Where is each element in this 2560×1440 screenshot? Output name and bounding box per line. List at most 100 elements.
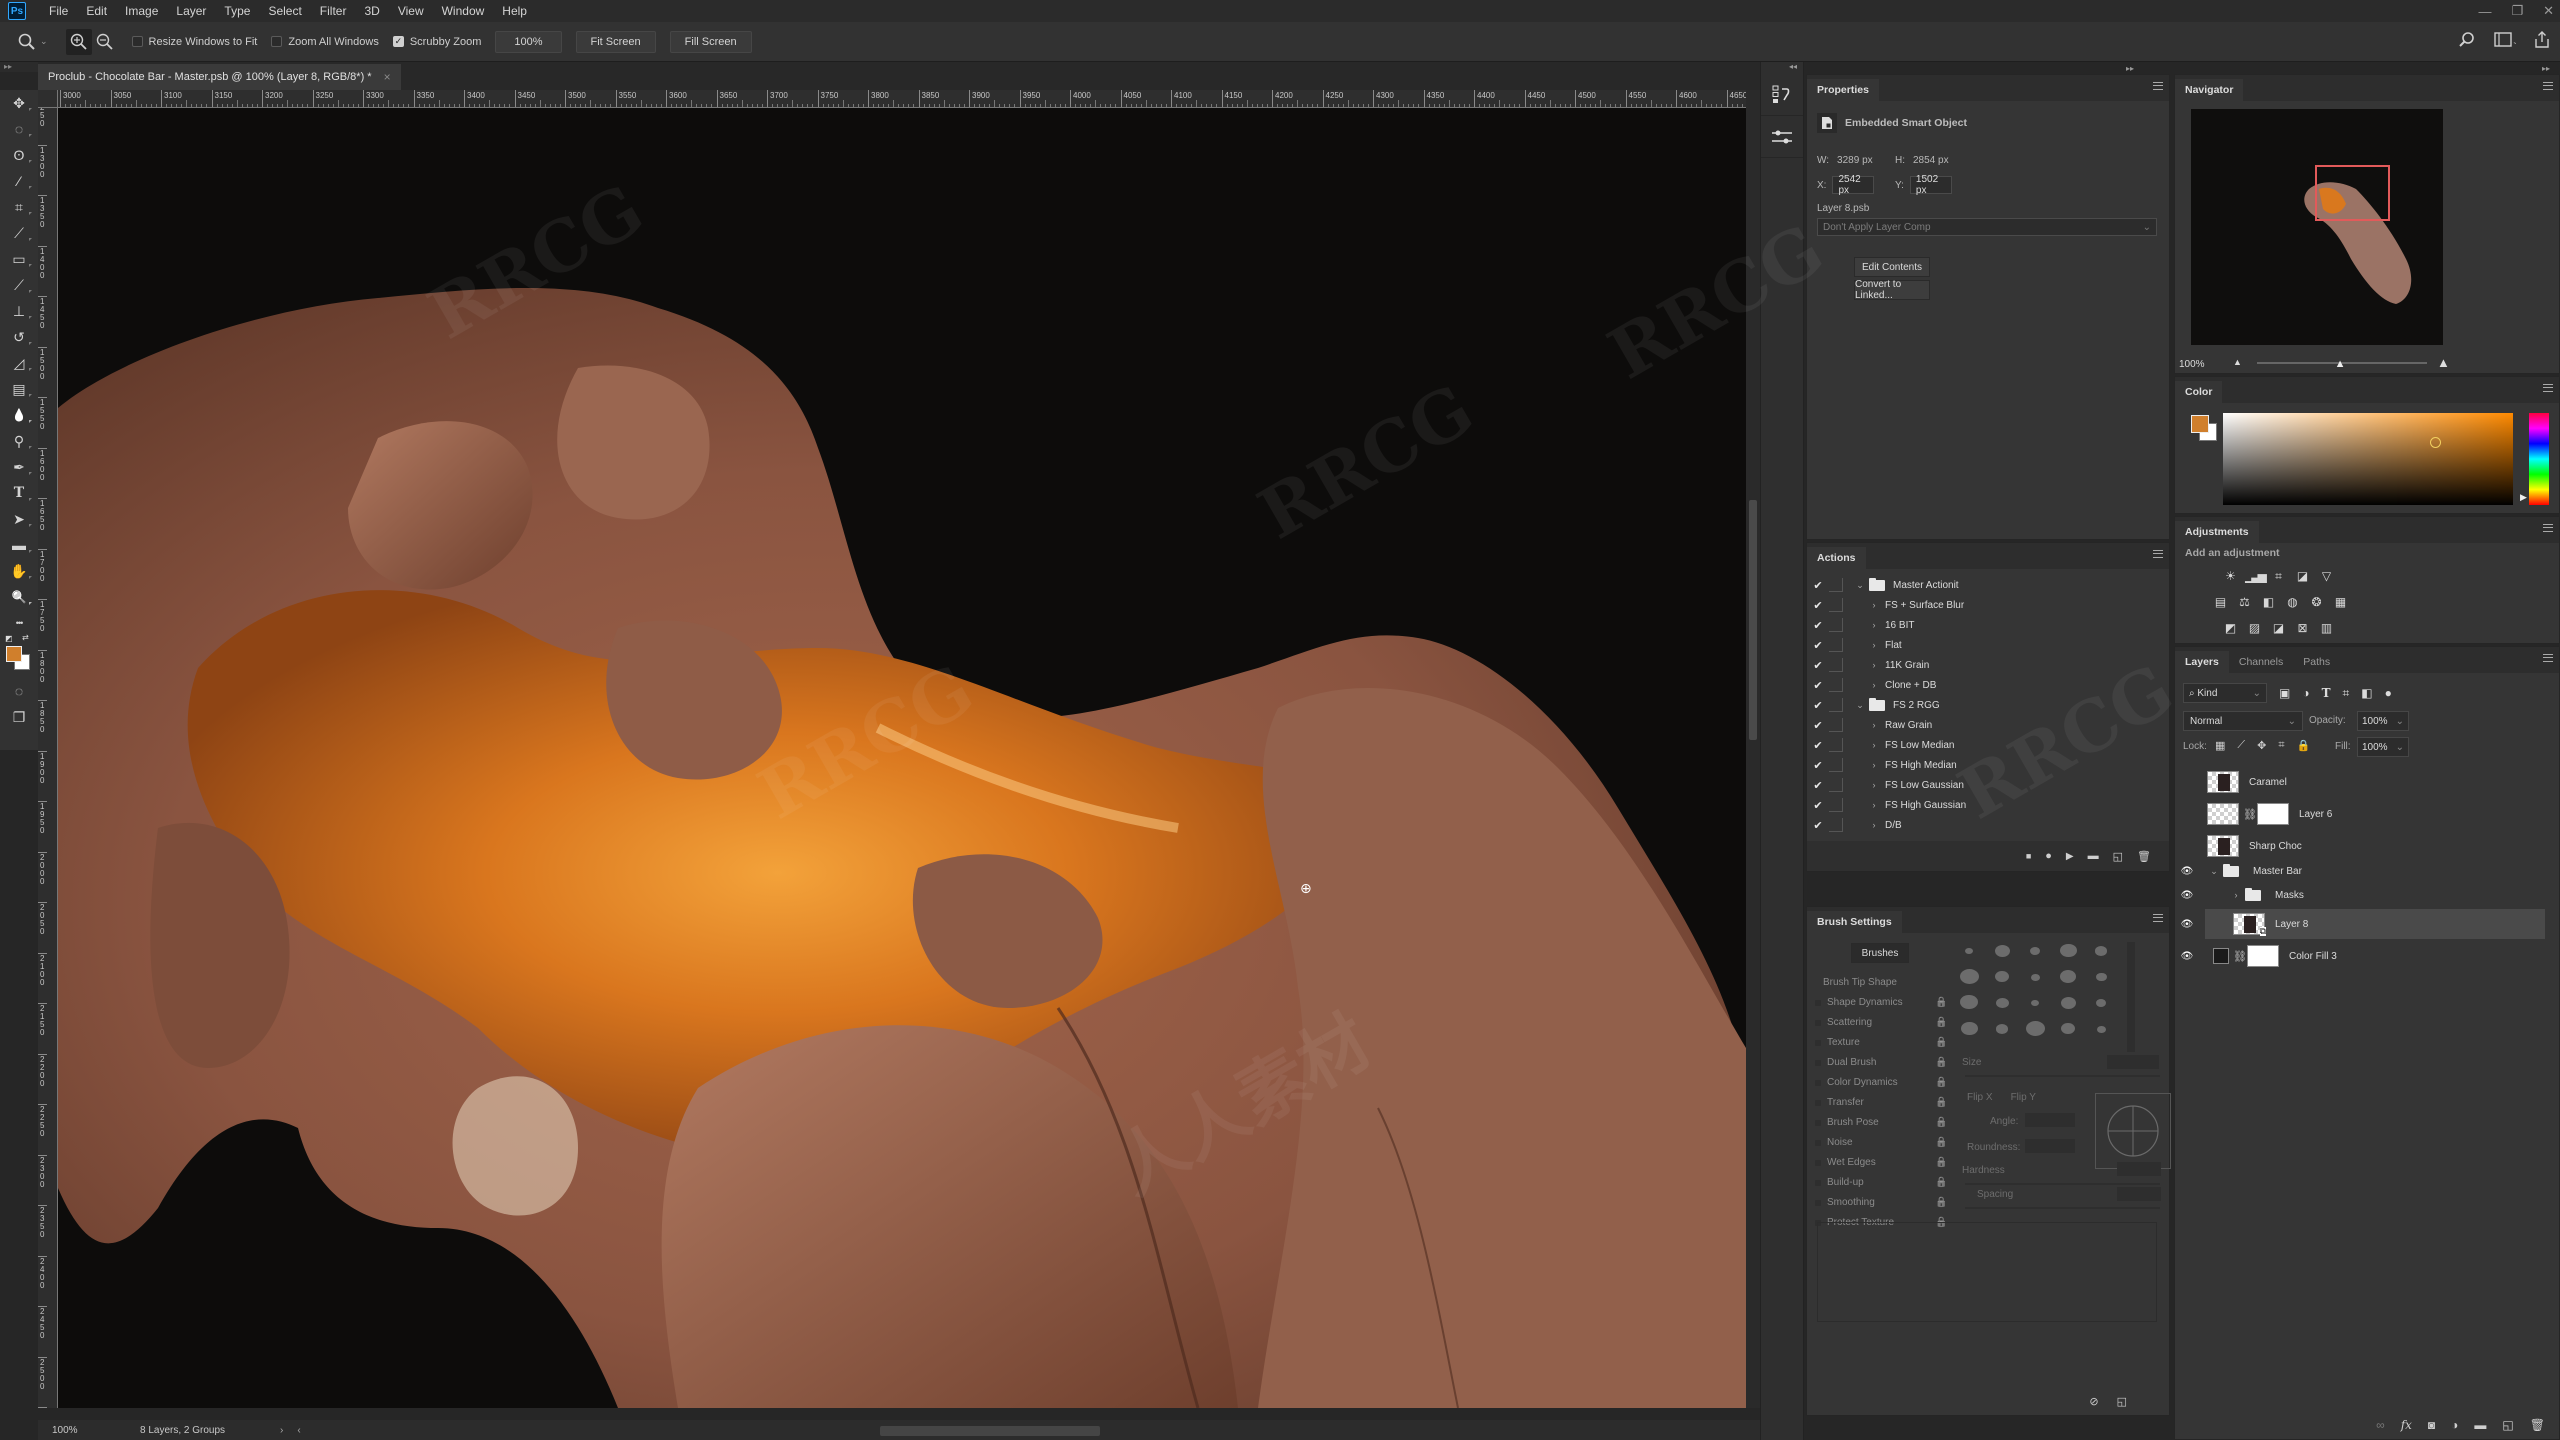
menu-layer[interactable]: Layer xyxy=(167,4,215,18)
zoom-out-small-icon[interactable]: ▲ xyxy=(2233,357,2242,367)
x-input[interactable]: 2542 px xyxy=(1832,174,1875,196)
type-tool[interactable]: T xyxy=(0,480,38,506)
resize-windows-checkbox[interactable]: Resize Windows to Fit xyxy=(131,36,257,48)
check-icon[interactable]: ✔ xyxy=(1807,779,1829,792)
brush-preset[interactable] xyxy=(2060,970,2076,983)
document-canvas[interactable]: ⊕ xyxy=(58,108,1746,1408)
brush-option-brush-pose[interactable]: Brush Pose xyxy=(1827,1117,1879,1128)
mask-thumbnail[interactable] xyxy=(2257,803,2289,825)
eyedropper-tool[interactable]: ⟋ xyxy=(0,220,38,246)
chevron-right-icon[interactable]: › xyxy=(1867,720,1881,730)
brush-option-checkbox[interactable] xyxy=(1815,1140,1821,1146)
chevron-right-icon[interactable]: › xyxy=(1867,660,1881,670)
dialog-toggle[interactable] xyxy=(1829,798,1843,812)
brush-option-scattering[interactable]: Scattering xyxy=(1827,1017,1872,1028)
filter-toggle-icon[interactable]: ● xyxy=(2385,686,2392,700)
chevron-right-icon[interactable]: › xyxy=(1867,820,1881,830)
visibility-eye-icon[interactable]: 👁 xyxy=(2175,866,2199,877)
dialog-toggle[interactable] xyxy=(1829,758,1843,772)
menu-select[interactable]: Select xyxy=(259,4,310,18)
layer-row[interactable]: 👁 › Masks xyxy=(2175,883,2545,907)
action-item[interactable]: ✔ › 16 BIT xyxy=(1807,615,2169,635)
lock-icon[interactable]: 🔒 xyxy=(1935,1057,1947,1068)
blur-tool[interactable]: 💧 xyxy=(0,402,38,428)
smart-object-filter-icon[interactable]: ◧ xyxy=(2361,686,2372,700)
y-input[interactable]: 1502 px xyxy=(1909,174,1952,196)
chevron-down-icon[interactable]: ⌄ xyxy=(1853,700,1867,711)
foreground-color-swatch[interactable] xyxy=(6,646,22,662)
restore-button[interactable]: ❐ xyxy=(2511,3,2523,19)
brush-presets-grid[interactable] xyxy=(1957,942,2137,1052)
color-balance-icon[interactable]: ⚖ xyxy=(2235,595,2251,609)
brightness-contrast-icon[interactable]: ☀ xyxy=(2221,569,2237,583)
spacing-input[interactable] xyxy=(2117,1187,2161,1201)
brush-option-checkbox[interactable] xyxy=(1815,1000,1821,1006)
curves-icon[interactable]: ⌗ xyxy=(2269,569,2285,584)
dialog-toggle[interactable] xyxy=(1829,658,1843,672)
check-icon[interactable]: ✔ xyxy=(1807,739,1829,752)
chevron-right-icon[interactable]: › xyxy=(1867,740,1881,750)
chevron-down-icon[interactable]: ⌄ xyxy=(1853,580,1867,591)
layer-row[interactable]: 👁 Sharp Choc xyxy=(2175,831,2545,861)
menu-image[interactable]: Image xyxy=(116,4,167,18)
tab-adjustments[interactable]: Adjustments xyxy=(2175,521,2259,543)
check-icon[interactable]: ✔ xyxy=(1807,619,1829,632)
add-mask-icon[interactable]: ◙ xyxy=(2428,1418,2435,1432)
opacity-input[interactable]: 100% ⌄ xyxy=(2357,711,2409,731)
swap-colors-icon[interactable]: ⇄ xyxy=(22,633,29,642)
link-layers-icon[interactable]: ∞ xyxy=(2376,1418,2385,1432)
chevron-right-icon[interactable]: › xyxy=(1867,760,1881,770)
action-item[interactable]: ✔ › D/B xyxy=(1807,815,2169,835)
convert-to-linked-button[interactable]: Convert to Linked... xyxy=(1854,279,1930,301)
lock-icon[interactable]: 🔒 xyxy=(1935,1097,1947,1108)
brush-angle-preview[interactable] xyxy=(2095,1093,2171,1169)
panel-menu-icon[interactable] xyxy=(2543,384,2553,392)
pixel-filter-icon[interactable]: ▣ xyxy=(2279,686,2290,700)
brush-presets-scrollbar[interactable] xyxy=(2127,942,2135,1052)
brush-preset[interactable] xyxy=(2030,947,2040,955)
brush-preset[interactable] xyxy=(2096,999,2106,1007)
menu-file[interactable]: File xyxy=(40,4,77,18)
chevron-right-icon[interactable]: › xyxy=(1867,680,1881,690)
fit-screen-button[interactable]: Fit Screen xyxy=(575,30,656,53)
checkbox[interactable] xyxy=(131,36,143,47)
zoom-in-button[interactable] xyxy=(65,28,92,55)
layer-name[interactable]: Color Fill 3 xyxy=(2289,951,2337,962)
action-item[interactable]: ✔ › FS Low Gaussian xyxy=(1807,775,2169,795)
saturation-brightness-field[interactable] xyxy=(2223,413,2513,505)
layer-name[interactable]: Layer 8 xyxy=(2275,919,2308,930)
brush-option-brush-tip-shape[interactable]: Brush Tip Shape xyxy=(1823,977,1897,988)
hardness-input[interactable] xyxy=(2117,1162,2161,1176)
brush-option-checkbox[interactable] xyxy=(1815,1080,1821,1086)
zoom-tool-preset-icon[interactable] xyxy=(14,29,40,55)
selective-color-icon[interactable]: ⊠ xyxy=(2293,621,2309,635)
status-zoom[interactable]: 100% xyxy=(52,1425,112,1436)
hue-slider[interactable] xyxy=(2529,413,2549,505)
layer-row[interactable]: 👁 ⌄ Master Bar xyxy=(2175,859,2545,883)
lock-artboard-icon[interactable]: ⌗ xyxy=(2278,739,2284,752)
collapse-dock-icon[interactable]: ▸▸ xyxy=(2542,64,2550,74)
record-icon[interactable]: ● xyxy=(2045,850,2052,862)
search-icon[interactable] xyxy=(2458,31,2476,54)
brush-option-checkbox[interactable] xyxy=(1815,1160,1821,1166)
stop-icon[interactable]: ■ xyxy=(2026,851,2031,861)
check-icon[interactable]: ✔ xyxy=(1807,679,1829,692)
zoom-tool[interactable]: 🔍 xyxy=(0,584,38,610)
layer-name[interactable]: Master Bar xyxy=(2253,866,2302,877)
brush-option-dual-brush[interactable]: Dual Brush xyxy=(1827,1057,1876,1068)
collapse-dock-icon[interactable]: ▸▸ xyxy=(2126,64,2134,74)
horizontal-scroll-thumb[interactable] xyxy=(880,1426,1100,1436)
quick-mask-icon[interactable]: ◌ xyxy=(0,678,38,704)
visibility-eye-icon[interactable]: 👁 xyxy=(2175,919,2199,930)
blend-mode-select[interactable]: Normal ⌄ xyxy=(2183,711,2303,731)
adjustment-filter-icon[interactable]: ◑ xyxy=(2302,686,2309,700)
layer-row[interactable]: 👁 ⛓ Layer 6 xyxy=(2175,799,2545,829)
brush-option-checkbox[interactable] xyxy=(1815,1020,1821,1026)
share-icon[interactable] xyxy=(2534,30,2550,54)
new-brush-icon[interactable]: ◱ xyxy=(2117,1395,2127,1408)
brush-option-checkbox[interactable] xyxy=(1815,1180,1821,1186)
trash-icon[interactable]: 🗑 xyxy=(2137,850,2151,863)
link-icon[interactable]: ⛓ xyxy=(2233,950,2247,963)
tab-color[interactable]: Color xyxy=(2175,381,2223,403)
hue-slider-thumb[interactable]: ▶ xyxy=(2520,492,2527,503)
